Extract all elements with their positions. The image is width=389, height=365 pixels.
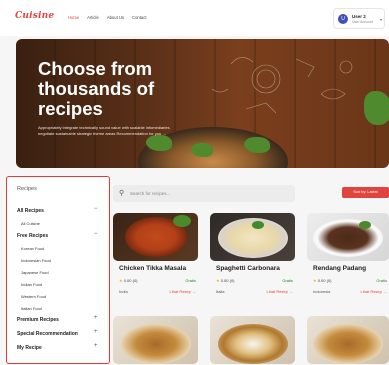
food-garnish bbox=[252, 221, 264, 229]
sidebar-item-western-food[interactable]: Western Food bbox=[21, 294, 46, 299]
hero-herb-garnish bbox=[146, 135, 172, 151]
hero-banner: Choose from thousands of recipes Appropr… bbox=[16, 39, 389, 168]
recipe-image[interactable] bbox=[210, 213, 295, 261]
sort-button[interactable]: Sort by: Latest bbox=[342, 187, 389, 198]
sidebar-item-premium-recipes[interactable]: Premium Recipes bbox=[17, 317, 59, 323]
sidebar-item-all-cuisine[interactable]: All Cuisine bbox=[21, 221, 40, 226]
star-icon: ★ bbox=[216, 278, 220, 283]
recipe-origin: India bbox=[119, 289, 128, 294]
recipe-origin: Indonesia bbox=[313, 289, 331, 294]
nav-about-us[interactable]: About Us bbox=[107, 15, 124, 20]
food-plate bbox=[218, 324, 288, 364]
food-plate bbox=[313, 219, 383, 257]
search-bar[interactable]: ⚲ Search for recipes... bbox=[113, 185, 295, 202]
food-plate bbox=[121, 324, 191, 364]
rating-value: 0.00 (0) bbox=[317, 278, 332, 283]
expand-icon[interactable]: + bbox=[94, 343, 98, 349]
recipe-image[interactable] bbox=[307, 213, 389, 261]
app-logo[interactable]: Cuisine bbox=[15, 11, 54, 21]
expand-icon[interactable]: + bbox=[94, 329, 98, 335]
recipe-title[interactable]: Rendang Padang bbox=[313, 265, 366, 272]
recipe-title[interactable]: Spaghetti Carbonara bbox=[216, 265, 280, 272]
collapse-icon[interactable]: − bbox=[94, 231, 98, 237]
recipe-card[interactable] bbox=[113, 316, 198, 364]
recipe-card[interactable] bbox=[210, 316, 295, 364]
recipe-card[interactable]: Rendang Padang ★ 0.00 (0) Gratis Indones… bbox=[307, 213, 389, 303]
view-recipe-link[interactable]: Lihat Resep → bbox=[267, 289, 293, 294]
avatar: U bbox=[338, 14, 348, 24]
nav-article[interactable]: Article bbox=[87, 15, 99, 20]
sidebar-item-korean-food[interactable]: Korean Food bbox=[21, 246, 44, 251]
hero-subtitle[interactable]: Appropriately integrate technically soun… bbox=[38, 125, 178, 136]
recipe-image[interactable] bbox=[113, 213, 198, 261]
recipe-price: Gratis bbox=[185, 278, 196, 283]
recipe-card[interactable]: Chicken Tikka Masala ★ 0.00 (0) Gratis I… bbox=[113, 213, 198, 303]
star-icon: ★ bbox=[119, 278, 123, 283]
top-navbar: Cuisine Home Article About Us Contact U … bbox=[0, 0, 389, 36]
recipe-image[interactable] bbox=[113, 316, 198, 364]
sidebar-item-indian-food[interactable]: Indian Food bbox=[21, 282, 42, 287]
recipe-price: Gratis bbox=[376, 278, 387, 283]
sidebar-item-free-recipes[interactable]: Free Recipes bbox=[17, 233, 48, 239]
user-role: User Account bbox=[352, 20, 373, 24]
main-nav: Home Article About Us Contact bbox=[68, 15, 146, 20]
recipe-origin: Italia bbox=[216, 289, 225, 294]
sidebar-item-indonesian-food[interactable]: Indonesian Food bbox=[21, 258, 51, 263]
search-icon: ⚲ bbox=[119, 190, 125, 197]
rating-value: 0.00 (0) bbox=[123, 278, 138, 283]
nav-home[interactable]: Home bbox=[68, 15, 79, 20]
hero-herb-garnish bbox=[191, 143, 213, 157]
recipe-rating: ★ 0.00 (0) bbox=[216, 278, 235, 283]
sidebar-item-all-recipes[interactable]: All Recipes bbox=[17, 208, 44, 214]
recipe-title[interactable]: Chicken Tikka Masala bbox=[119, 265, 186, 272]
food-garnish bbox=[359, 221, 371, 229]
nav-contact[interactable]: Contact bbox=[132, 15, 146, 20]
sidebar-item-my-recipe[interactable]: My Recipe bbox=[17, 345, 42, 351]
sidebar-title: Recipes bbox=[17, 186, 37, 192]
star-icon: ★ bbox=[313, 278, 317, 283]
sidebar-item-japanese-food[interactable]: Japanese Food bbox=[21, 270, 49, 275]
hero-herb-garnish bbox=[244, 137, 270, 153]
food-plate bbox=[313, 324, 383, 364]
recipe-image[interactable] bbox=[307, 316, 389, 364]
recipe-price: Gratis bbox=[282, 278, 293, 283]
view-recipe-link[interactable]: Lihat Resep → bbox=[361, 289, 387, 294]
user-menu[interactable]: U User 2 User Account ▾ bbox=[333, 8, 385, 29]
collapse-icon[interactable]: − bbox=[94, 206, 98, 212]
sidebar-item-italian-food[interactable]: Italian Food bbox=[21, 306, 42, 311]
recipe-image[interactable] bbox=[210, 316, 295, 364]
recipe-card[interactable]: Spaghetti Carbonara ★ 0.00 (0) Gratis It… bbox=[210, 213, 295, 303]
sidebar-item-special-recommendation[interactable]: Special Recommendation bbox=[17, 331, 78, 337]
rating-value: 0.00 (0) bbox=[220, 278, 235, 283]
recipe-rating: ★ 0.00 (0) bbox=[313, 278, 332, 283]
food-garnish bbox=[173, 215, 191, 227]
search-input[interactable]: Search for recipes... bbox=[130, 191, 170, 196]
chevron-down-icon[interactable]: ▾ bbox=[380, 17, 382, 22]
view-recipe-link[interactable]: Lihat Resep → bbox=[170, 289, 196, 294]
hero-herb-garnish bbox=[364, 91, 389, 125]
user-name: User 2 bbox=[352, 14, 366, 19]
recipe-rating: ★ 0.00 (0) bbox=[119, 278, 138, 283]
expand-icon[interactable]: + bbox=[94, 315, 98, 321]
hero-title: Choose from thousands of recipes bbox=[38, 58, 155, 119]
recipe-filter-sidebar: Recipes All Recipes − All Cuisine Free R… bbox=[6, 176, 110, 364]
recipe-card[interactable] bbox=[307, 316, 389, 364]
